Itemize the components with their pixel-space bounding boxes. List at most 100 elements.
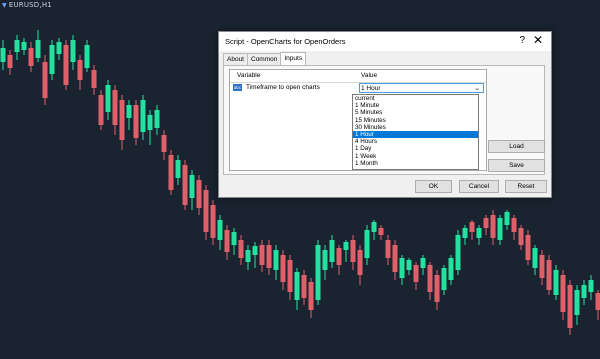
candle-body bbox=[539, 255, 545, 278]
dropdown-option[interactable]: 4 Hours bbox=[353, 138, 478, 145]
candle-body bbox=[217, 220, 223, 240]
timeframe-combobox[interactable]: 1 Hour ⌄ bbox=[359, 83, 484, 93]
candle-body bbox=[441, 268, 447, 290]
save-button[interactable]: Save bbox=[488, 159, 545, 172]
candle-body bbox=[315, 245, 321, 300]
candle-body bbox=[175, 160, 181, 178]
candle-body bbox=[525, 235, 531, 260]
candle-body bbox=[70, 40, 76, 62]
candle-body bbox=[483, 218, 489, 228]
dropdown-option[interactable]: 15 Minutes bbox=[353, 117, 478, 124]
dropdown-option[interactable]: 1 Hour bbox=[353, 130, 478, 139]
candle-body bbox=[574, 290, 580, 315]
ok-button[interactable]: OK bbox=[415, 180, 452, 193]
dropdown-option[interactable]: current bbox=[353, 95, 478, 102]
candle-body bbox=[42, 62, 48, 98]
candle-body bbox=[511, 218, 517, 232]
load-button[interactable]: Load bbox=[488, 140, 545, 153]
candle-body bbox=[546, 260, 552, 290]
candle-body bbox=[448, 258, 454, 280]
candle-body bbox=[112, 90, 118, 125]
candle-body bbox=[224, 230, 230, 252]
candle-body bbox=[399, 258, 405, 278]
candle-body bbox=[168, 155, 174, 190]
candle-body bbox=[406, 260, 412, 270]
candle-body bbox=[196, 180, 202, 208]
candle-body bbox=[434, 275, 440, 302]
candle-body bbox=[469, 222, 475, 232]
candle-body bbox=[161, 135, 167, 152]
tab-inputs[interactable]: Inputs bbox=[280, 52, 307, 65]
candle-body bbox=[392, 245, 398, 272]
candle-body bbox=[154, 110, 160, 128]
candle-body bbox=[210, 205, 216, 238]
candle-body bbox=[385, 240, 391, 258]
candle-body bbox=[595, 293, 600, 310]
dropdown-option[interactable]: 1 Week bbox=[353, 153, 478, 160]
candle-body bbox=[245, 250, 251, 262]
candle-body bbox=[518, 228, 524, 245]
dialog-titlebar[interactable]: Script - OpenCharts for OpenOrders ? ✕ bbox=[219, 32, 551, 51]
candle-body bbox=[476, 228, 482, 238]
candle-body bbox=[287, 260, 293, 292]
chevron-down-icon[interactable]: ⌄ bbox=[474, 84, 480, 94]
candle-body bbox=[35, 40, 41, 58]
candle-body bbox=[189, 175, 195, 198]
candle-body bbox=[364, 230, 370, 258]
candle-body bbox=[581, 285, 587, 298]
candle-body bbox=[378, 228, 384, 235]
candle-body bbox=[350, 240, 356, 262]
candle-body bbox=[490, 215, 496, 238]
column-variable-header: Variable bbox=[237, 72, 261, 79]
candle-body bbox=[238, 240, 244, 258]
candle-body bbox=[98, 95, 104, 125]
candle-body bbox=[77, 60, 83, 80]
tab-bar: About Common Inputs bbox=[223, 52, 307, 65]
candle-body bbox=[119, 100, 125, 140]
candle-body bbox=[182, 165, 188, 205]
candle-body bbox=[84, 45, 90, 68]
candle-body bbox=[497, 218, 503, 240]
tab-about[interactable]: About bbox=[223, 53, 248, 65]
candle-body bbox=[126, 105, 132, 118]
dropdown-option[interactable]: 5 Minutes bbox=[353, 109, 478, 116]
tab-common[interactable]: Common bbox=[247, 53, 282, 65]
candle-body bbox=[322, 250, 328, 270]
string-param-icon: abc bbox=[233, 84, 242, 91]
dropdown-option[interactable]: 1 Month bbox=[353, 160, 478, 167]
candle-body bbox=[420, 258, 426, 268]
candle-body bbox=[28, 48, 34, 66]
candle-body bbox=[371, 222, 377, 232]
candle-body bbox=[14, 40, 20, 52]
candle-body bbox=[49, 45, 55, 74]
candle-body bbox=[63, 45, 69, 85]
candle-body bbox=[329, 240, 335, 262]
dropdown-option[interactable]: 1 Minute bbox=[353, 102, 478, 109]
chart-symbol-text: EURUSD,H1 bbox=[8, 1, 52, 9]
candle-body bbox=[259, 245, 265, 265]
column-value-header: Value bbox=[361, 72, 378, 79]
candle-body bbox=[280, 255, 286, 282]
dropdown-option[interactable]: 1 Day bbox=[353, 145, 478, 152]
candle-body bbox=[343, 242, 349, 250]
candle-body bbox=[231, 232, 237, 245]
reset-button[interactable]: Reset bbox=[505, 180, 547, 193]
cancel-button[interactable]: Cancel bbox=[459, 180, 499, 193]
timeframe-dropdown-list: current 1 Minute 5 Minutes 15 Minutes 30 Min… bbox=[352, 94, 479, 170]
candle-body bbox=[203, 190, 209, 232]
candle-body bbox=[91, 70, 97, 88]
input-variable-name: Timeframe to open charts bbox=[246, 84, 320, 91]
input-row-timeframe[interactable]: abc Timeframe to open charts 1 Hour ⌄ bbox=[230, 82, 486, 94]
timeframe-combobox-value: 1 Hour bbox=[361, 85, 381, 92]
candle-body bbox=[133, 105, 139, 138]
close-button[interactable]: ✕ bbox=[533, 33, 543, 47]
candle-body bbox=[504, 212, 510, 225]
candle-body bbox=[588, 280, 594, 292]
candle-body bbox=[0, 48, 6, 62]
candle-body bbox=[336, 248, 342, 265]
candle-body bbox=[294, 272, 300, 300]
dropdown-option[interactable]: 30 Minutes bbox=[353, 124, 478, 131]
candle-body bbox=[7, 55, 13, 68]
chart-symbol-label: ▼ EURUSD,H1 bbox=[2, 1, 52, 9]
help-button[interactable]: ? bbox=[519, 35, 525, 46]
